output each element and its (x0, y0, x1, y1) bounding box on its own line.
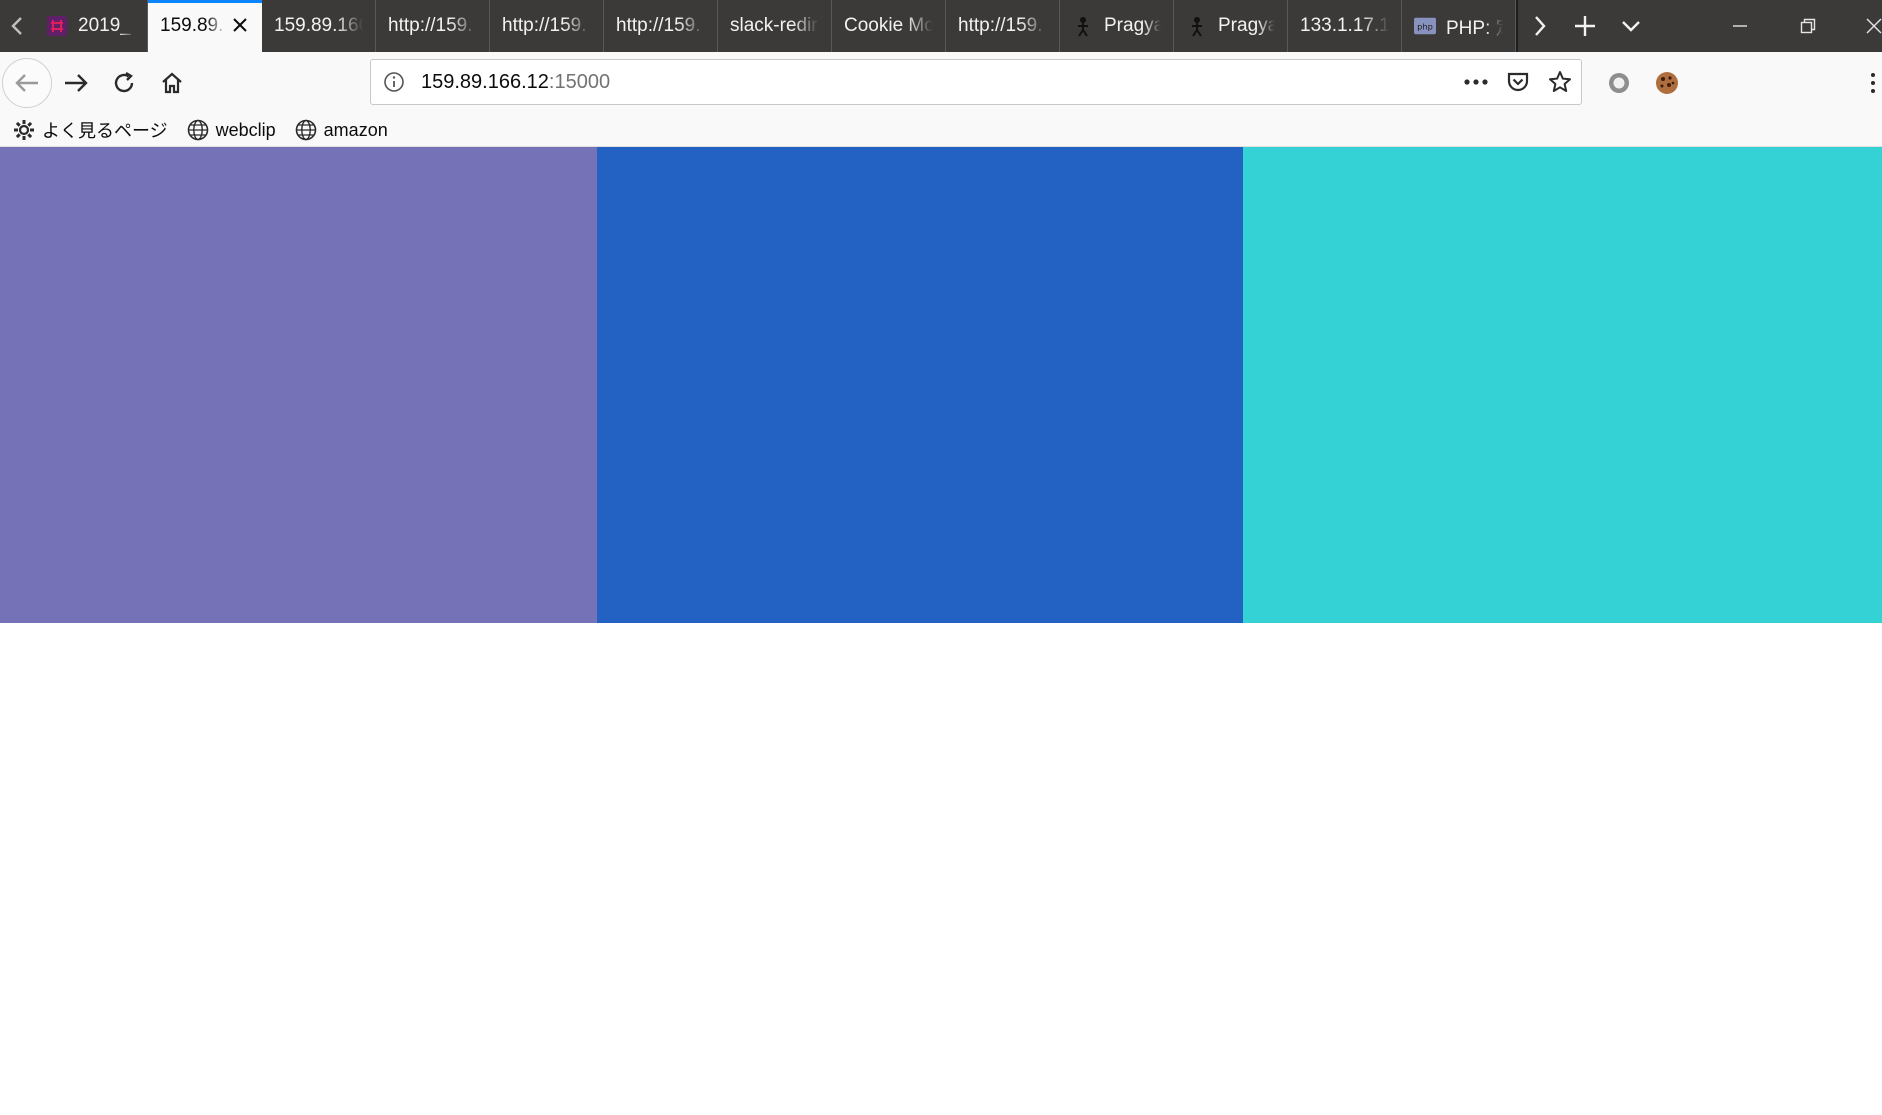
tab-9[interactable]: Pragya (1060, 0, 1174, 52)
url-bar[interactable]: 159.89.166.12:15000 (370, 59, 1582, 105)
gear-icon (12, 118, 36, 142)
arrow-right-icon (65, 74, 88, 92)
close-window-button[interactable] (1842, 0, 1882, 52)
tab-1-active[interactable]: 159.89. (148, 0, 262, 52)
tab-8[interactable]: http://159. (946, 0, 1060, 52)
tab-5[interactable]: http://159. (604, 0, 718, 52)
tab-scroll-right-button[interactable] (1516, 0, 1562, 52)
star-icon (1549, 71, 1571, 92)
back-button[interactable] (2, 58, 52, 108)
tab-label: http://159. (958, 15, 1043, 36)
tab-label: Pragya (1104, 15, 1161, 36)
color-panels (0, 147, 1882, 623)
restore-button[interactable] (1774, 0, 1842, 52)
tab-label: http://159. (616, 15, 701, 36)
url-port: :15000 (548, 70, 611, 93)
page-content (0, 147, 1882, 1115)
bookmark-webclip[interactable]: webclip (186, 118, 276, 142)
bookmark-label: よく見るページ (42, 121, 168, 141)
arrow-left-icon (15, 74, 38, 92)
home-icon (162, 72, 182, 94)
minimize-icon (1733, 25, 1747, 27)
site-info-button[interactable] (371, 71, 417, 93)
tab-strip: 2019_ 159.89. 159.89.166 http://159. htt… (0, 0, 1882, 52)
tab-label: 2019_ (78, 15, 131, 36)
window-controls (1706, 0, 1882, 52)
tab-0[interactable]: 2019_ (34, 0, 148, 52)
info-icon (384, 72, 404, 92)
url-text[interactable]: 159.89.166.12:15000 (421, 71, 1455, 94)
bookmarks-toolbar: よく見るページ webclip amazon (0, 114, 1882, 147)
page-actions-button[interactable] (1455, 61, 1497, 103)
reload-icon (114, 71, 134, 93)
close-tab-icon[interactable] (230, 16, 250, 36)
tab-label: slack-redir (730, 15, 818, 36)
slack-icon (46, 15, 68, 37)
bookmark-star-button[interactable] (1539, 61, 1581, 103)
bookmark-most-visited[interactable]: よく見るページ (12, 117, 168, 143)
tab-label: http://159. (502, 15, 587, 36)
extension-circle-button[interactable] (1595, 59, 1643, 107)
svg-text:php: php (1417, 22, 1433, 32)
tab-3[interactable]: http://159. (376, 0, 490, 52)
tab-label: 133.1.17.1 (1300, 15, 1389, 36)
pocket-icon (1507, 72, 1529, 92)
home-button[interactable] (148, 59, 196, 107)
chevron-down-icon (1622, 21, 1640, 32)
bookmark-amazon[interactable]: amazon (294, 118, 388, 142)
bookmark-label: amazon (323, 119, 388, 140)
new-tab-button[interactable] (1562, 0, 1608, 52)
open-menu-button[interactable] (1864, 66, 1882, 100)
minimize-button[interactable] (1706, 0, 1774, 52)
globe-icon (186, 118, 210, 142)
color-panel-purple (0, 147, 597, 623)
forward-button[interactable] (52, 59, 100, 107)
tab-11[interactable]: 133.1.17.1 (1288, 0, 1402, 52)
tab-12[interactable]: php PHP: 定 (1402, 0, 1516, 52)
bookmark-label: webclip (215, 119, 276, 140)
chevron-left-icon (11, 17, 22, 35)
restore-icon (1800, 18, 1816, 34)
tab-label: http://159. (388, 15, 473, 36)
url-actions (1455, 61, 1581, 103)
plus-icon (1575, 16, 1595, 36)
pragya-icon (1072, 15, 1094, 37)
php-icon: php (1414, 15, 1436, 37)
close-icon (1866, 18, 1882, 34)
tab-label: PHP: 定 (1446, 17, 1503, 39)
tab-label: 159.89.166 (274, 15, 363, 36)
pragya-icon (1186, 15, 1208, 37)
list-all-tabs-button[interactable] (1608, 0, 1654, 52)
tab-list: 2019_ 159.89. 159.89.166 http://159. htt… (34, 0, 1516, 52)
cookie-icon (1656, 72, 1678, 94)
tab-scroll-left-button[interactable] (0, 0, 34, 52)
tab-label: Pragya (1218, 15, 1275, 36)
cookie-manager-button[interactable] (1643, 59, 1691, 107)
pocket-button[interactable] (1497, 61, 1539, 103)
chevron-right-icon (1535, 16, 1546, 36)
color-panel-blue (597, 147, 1243, 623)
more-dots-icon (1464, 79, 1488, 85)
extensions-area (1595, 59, 1691, 107)
tab-4[interactable]: http://159. (490, 0, 604, 52)
url-host: 159.89.166.12 (421, 70, 549, 93)
circle-extension-icon (1609, 73, 1629, 93)
tab-10[interactable]: Pragya (1174, 0, 1288, 52)
tab-2[interactable]: 159.89.166 (262, 0, 376, 52)
navigation-toolbar: 159.89.166.12:15000 (0, 52, 1882, 114)
tab-6[interactable]: slack-redir (718, 0, 832, 52)
tab-label: 159.89. (160, 15, 224, 36)
menu-icon (1871, 73, 1875, 93)
tab-7[interactable]: Cookie Mo (832, 0, 946, 52)
globe-icon (294, 118, 318, 142)
tab-label: Cookie Mo (844, 15, 933, 36)
color-panel-cyan (1243, 147, 1882, 623)
reload-button[interactable] (100, 59, 148, 107)
